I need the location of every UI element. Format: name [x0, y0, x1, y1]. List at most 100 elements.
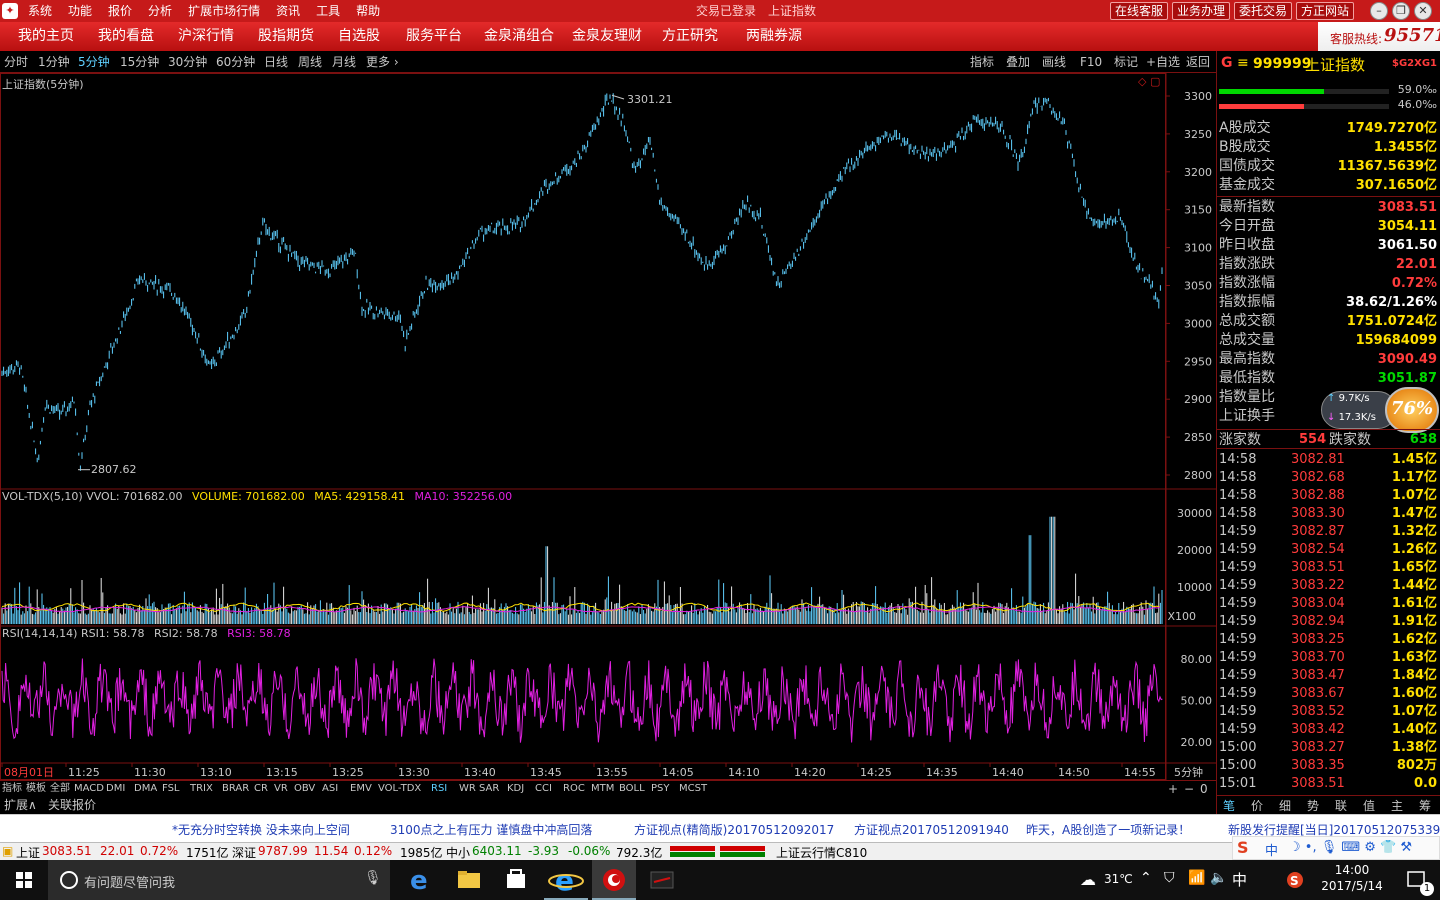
nav-item-8[interactable]: 方正研究	[662, 22, 718, 51]
speed-pct[interactable]: 76%	[1391, 398, 1433, 419]
indicator-tab-9[interactable]: CR	[254, 781, 268, 797]
tick-row[interactable]: 14:59 3083.70 1.63亿	[1217, 649, 1440, 667]
nav-item-2[interactable]: 沪深行情	[178, 22, 234, 51]
edge-browser-icon[interactable]: e	[400, 860, 440, 900]
indicator-tab-20[interactable]: ROC	[563, 781, 585, 797]
tick-row[interactable]: 14:59 3082.94 1.91亿	[1217, 613, 1440, 631]
menu-item-5[interactable]: 资讯	[268, 0, 308, 22]
sidebar-tab-6[interactable]: 主	[1391, 797, 1403, 814]
news-item-1[interactable]: 3100点之上有压力 谨慎盘中冲高回落	[390, 821, 592, 838]
cloud-quote-label[interactable]: 上证云行情C810	[776, 844, 867, 861]
sidebar-tab-3[interactable]: 势	[1307, 797, 1319, 814]
sidebar-tab-0[interactable]: 笔	[1223, 797, 1235, 814]
indicator-tab-15[interactable]: RSI	[431, 781, 447, 797]
chart-options-icon[interactable]: ◇ ▢	[1138, 75, 1160, 88]
ext-tab-1[interactable]: 关联报价	[48, 796, 96, 814]
tick-row[interactable]: 14:59 3083.51 1.65亿	[1217, 559, 1440, 577]
nav-item-3[interactable]: 股指期货	[258, 22, 314, 51]
nav-item-6[interactable]: 金泉涌组合	[484, 22, 554, 51]
indicator-tab-18[interactable]: KDJ	[507, 781, 524, 797]
ie-browser-icon[interactable]: e	[544, 860, 588, 900]
top-button-2[interactable]: 委托交易	[1234, 2, 1293, 20]
shield-icon[interactable]: ⛉	[1164, 870, 1175, 886]
indicator-tab-23[interactable]: PSY	[651, 781, 670, 797]
nav-item-7[interactable]: 金泉友理财	[572, 22, 642, 51]
top-button-3[interactable]: 方正网站	[1296, 2, 1355, 20]
file-explorer-icon[interactable]	[448, 860, 488, 900]
tick-row[interactable]: 14:58 3082.88 1.07亿	[1217, 487, 1440, 505]
tick-row[interactable]: 14:59 3082.87 1.32亿	[1217, 523, 1440, 541]
tick-row[interactable]: 14:59 3083.42 1.40亿	[1217, 721, 1440, 739]
clock[interactable]: 14:00 2017/5/14	[1310, 860, 1394, 900]
minimize-icon[interactable]: –	[1370, 2, 1388, 20]
nav-item-1[interactable]: 我的看盘	[98, 22, 154, 51]
tab-control-0[interactable]: +	[1168, 781, 1178, 797]
tick-row[interactable]: 14:59 3083.25 1.62亿	[1217, 631, 1440, 649]
indicator-tab-13[interactable]: EMV	[350, 781, 372, 797]
nav-item-0[interactable]: 我的主页	[18, 22, 74, 51]
nav-item-5[interactable]: 服务平台	[406, 22, 462, 51]
indicator-tab-16[interactable]: WR	[459, 781, 476, 797]
tick-row[interactable]: 14:59 3083.22 1.44亿	[1217, 577, 1440, 595]
period-tab-6[interactable]: 日线	[264, 51, 288, 73]
chart-tool-6[interactable]: 返回	[1186, 51, 1210, 73]
period-tab-4[interactable]: 30分钟	[168, 51, 207, 73]
period-tab-2[interactable]: 5分钟	[78, 51, 110, 73]
top-button-0[interactable]: 在线客服	[1110, 2, 1169, 20]
sogou-ime-toolbar[interactable]: S 中 ☽ •, 🎙 ⌨ ⚙ 👕 ⚒	[1232, 836, 1440, 860]
tick-row[interactable]: 14:59 3083.67 1.60亿	[1217, 685, 1440, 703]
period-tab-5[interactable]: 60分钟	[216, 51, 255, 73]
period-tab-0[interactable]: 分时	[4, 51, 28, 73]
nav-item-4[interactable]: 自选股	[338, 22, 380, 51]
indicator-tab-14[interactable]: VOL-TDX	[378, 781, 421, 797]
windows-start-icon[interactable]	[0, 860, 48, 900]
tray-expand-icon[interactable]: ⌃	[1140, 870, 1152, 886]
top-button-1[interactable]: 业务办理	[1172, 2, 1231, 20]
tick-row[interactable]: 14:59 3083.52 1.07亿	[1217, 703, 1440, 721]
chart-tool-3[interactable]: F10	[1080, 51, 1102, 73]
chart-tool-2[interactable]: 画线	[1042, 51, 1066, 73]
microphone-icon[interactable]: 🎙	[364, 870, 382, 886]
period-tab-8[interactable]: 月线	[332, 51, 356, 73]
group-badge[interactable]: G	[1221, 55, 1233, 71]
tick-row[interactable]: 15:00 3083.27 1.38亿	[1217, 739, 1440, 757]
indicator-tab-21[interactable]: MTM	[591, 781, 614, 797]
tick-row[interactable]: 14:59 3082.54 1.26亿	[1217, 541, 1440, 559]
tick-row[interactable]: 15:01 3083.51 0.0	[1217, 775, 1440, 793]
indicator-tab-1[interactable]: 模板	[26, 781, 46, 797]
indicator-tab-12[interactable]: ASI	[322, 781, 338, 797]
indicator-tab-8[interactable]: BRAR	[222, 781, 249, 797]
menu-item-3[interactable]: 分析	[140, 0, 180, 22]
sogou-tray-icon[interactable]: S	[1284, 860, 1306, 900]
tick-row[interactable]: 14:58 3082.68 1.17亿	[1217, 469, 1440, 487]
tick-row[interactable]: 14:58 3083.30 1.47亿	[1217, 505, 1440, 523]
indicator-tab-10[interactable]: VR	[274, 781, 288, 797]
sidebar-tab-1[interactable]: 价	[1251, 797, 1263, 814]
chart-tool-5[interactable]: +自选	[1146, 51, 1180, 73]
ime-tools-icon[interactable]: ☽ •, 🎙 ⌨ ⚙ 👕 ⚒	[1289, 840, 1412, 855]
menu-item-0[interactable]: 系统	[20, 0, 60, 22]
menu-item-4[interactable]: 扩展市场行情	[180, 0, 268, 22]
tab-control-2[interactable]: 0	[1200, 781, 1208, 797]
chart-tool-1[interactable]: 叠加	[1006, 51, 1030, 73]
nav-item-9[interactable]: 两融券源	[746, 22, 802, 51]
close-icon[interactable]: ✕	[1414, 2, 1432, 20]
period-tab-1[interactable]: 1分钟	[38, 51, 70, 73]
indicator-tab-19[interactable]: CCI	[535, 781, 552, 797]
tick-row[interactable]: 14:58 3082.81 1.45亿	[1217, 451, 1440, 469]
chart-tool-4[interactable]: 标记	[1114, 51, 1138, 73]
indicator-tab-17[interactable]: SAR	[479, 781, 499, 797]
indicator-tab-5[interactable]: DMA	[134, 781, 157, 797]
volume-icon[interactable]: 🔈	[1210, 870, 1227, 886]
news-item-4[interactable]: 昨天，A股创造了一项新记录！	[1026, 821, 1190, 838]
period-tab-7[interactable]: 周线	[298, 51, 322, 73]
indicator-tab-3[interactable]: MACD	[74, 781, 104, 797]
founder-app-icon[interactable]	[592, 860, 636, 900]
tick-row[interactable]: 15:00 3083.35 802万	[1217, 757, 1440, 775]
tick-row[interactable]: 14:59 3083.04 1.61亿	[1217, 595, 1440, 613]
news-item-2[interactable]: 方证视点(精简版)20170512092017	[634, 821, 834, 838]
period-tab-3[interactable]: 15分钟	[120, 51, 159, 73]
chart-area[interactable]: 3300 3250 3200 3150 3100 3050 3000 2950 2900 2850…	[0, 73, 1216, 780]
news-item-0[interactable]: *无充分时空转换 没未来向上空间	[172, 821, 350, 838]
network-icon[interactable]: 📶	[1188, 870, 1205, 886]
